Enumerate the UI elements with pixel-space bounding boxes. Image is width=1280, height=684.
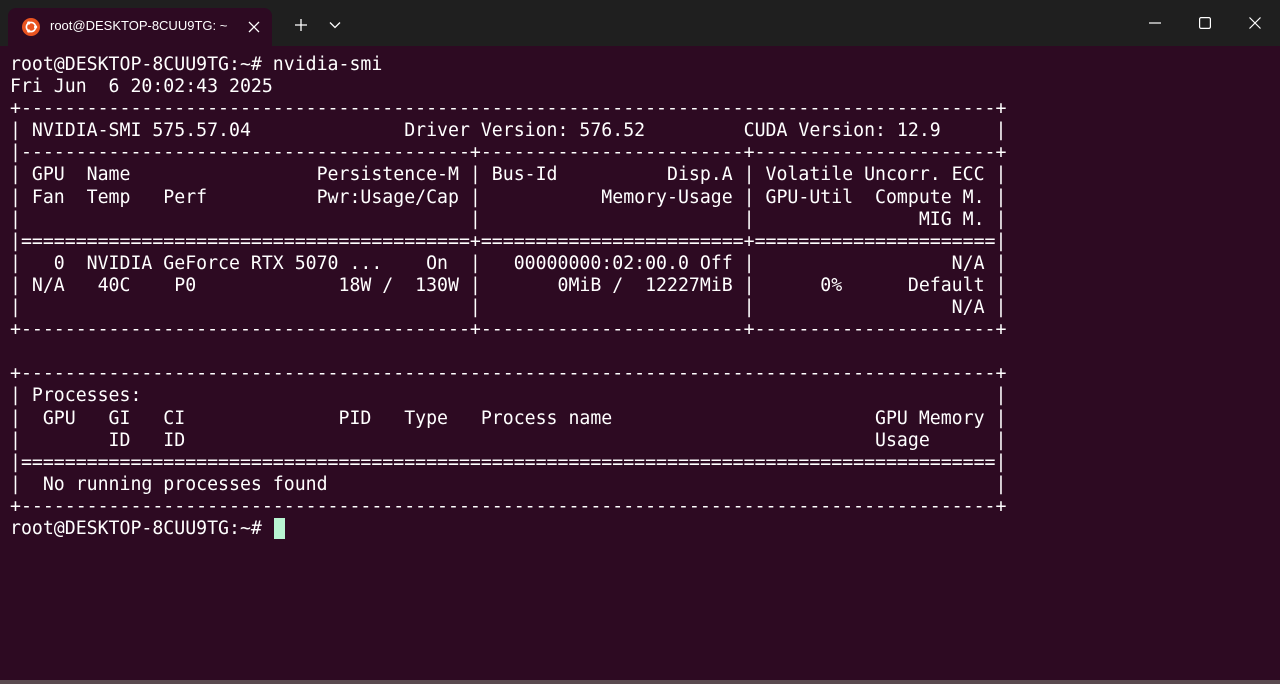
text-cursor	[273, 517, 285, 539]
terminal-line: | 0 NVIDIA GeForce RTX 5070 ... On | 000…	[10, 252, 1007, 274]
terminal-line: | N/A 40C P0 18W / 130W | 0MiB / 12227Mi…	[10, 274, 1007, 296]
terminal-line: |---------------------------------------…	[10, 142, 1007, 164]
terminal-line	[10, 341, 1270, 363]
terminal-line: | | | MIG M. |	[10, 208, 1007, 230]
terminal-line: | Processes: |	[10, 385, 1007, 407]
shell-prompt: root@DESKTOP-8CUU9TG:~#	[10, 517, 273, 539]
terminal-line: |=======================================…	[10, 451, 1007, 473]
tab-dropdown-button[interactable]	[322, 12, 348, 38]
terminal-line: |=======================================…	[10, 230, 1007, 252]
close-window-button[interactable]	[1230, 0, 1280, 46]
maximize-button[interactable]	[1180, 0, 1230, 46]
terminal-line: | No running processes found |	[10, 473, 1007, 495]
terminal-line: +---------------------------------------…	[10, 98, 1007, 120]
terminal-line: | GPU GI CI PID Type Process name GPU Me…	[10, 407, 1007, 429]
minimize-button[interactable]	[1130, 0, 1180, 46]
tab-terminal[interactable]: root@DESKTOP-8CUU9TG: ~	[8, 8, 272, 46]
close-tab-icon[interactable]	[244, 17, 264, 37]
close-icon	[1249, 17, 1261, 29]
ubuntu-icon	[22, 18, 40, 36]
terminal-line: | Fan Temp Perf Pwr:Usage/Cap | Memory-U…	[10, 186, 1007, 208]
plus-icon	[295, 19, 307, 31]
terminal-line: +---------------------------------------…	[10, 319, 1007, 341]
chevron-down-icon	[329, 22, 341, 29]
title-bar: root@DESKTOP-8CUU9TG: ~	[0, 0, 1280, 46]
terminal-window: root@DESKTOP-8CUU9TG: ~ root@DESKTOP-8CU…	[0, 0, 1280, 684]
prompt-line[interactable]: root@DESKTOP-8CUU9TG:~#	[10, 517, 1270, 540]
terminal-line: root@DESKTOP-8CUU9TG:~# nvidia-smi	[10, 54, 383, 75]
terminal-line: +---------------------------------------…	[10, 363, 1007, 385]
terminal-line: | GPU Name Persistence-M | Bus-Id Disp.A…	[10, 164, 1007, 186]
terminal-output[interactable]: root@DESKTOP-8CUU9TG:~# nvidia-smi Fri J…	[10, 54, 1270, 674]
terminal-line: | ID ID Usage |	[10, 429, 1007, 451]
tab-title: root@DESKTOP-8CUU9TG: ~	[50, 18, 228, 33]
minimize-icon	[1149, 22, 1161, 24]
maximize-icon	[1199, 17, 1211, 29]
terminal-line: | | | N/A |	[10, 297, 1007, 319]
window-bottom-edge	[0, 680, 1280, 684]
terminal-line: Fri Jun 6 20:02:43 2025	[10, 76, 273, 98]
terminal-line: +---------------------------------------…	[10, 495, 1007, 517]
new-tab-button[interactable]	[288, 12, 314, 38]
terminal-line: | NVIDIA-SMI 575.57.04 Driver Version: 5…	[10, 120, 1007, 142]
